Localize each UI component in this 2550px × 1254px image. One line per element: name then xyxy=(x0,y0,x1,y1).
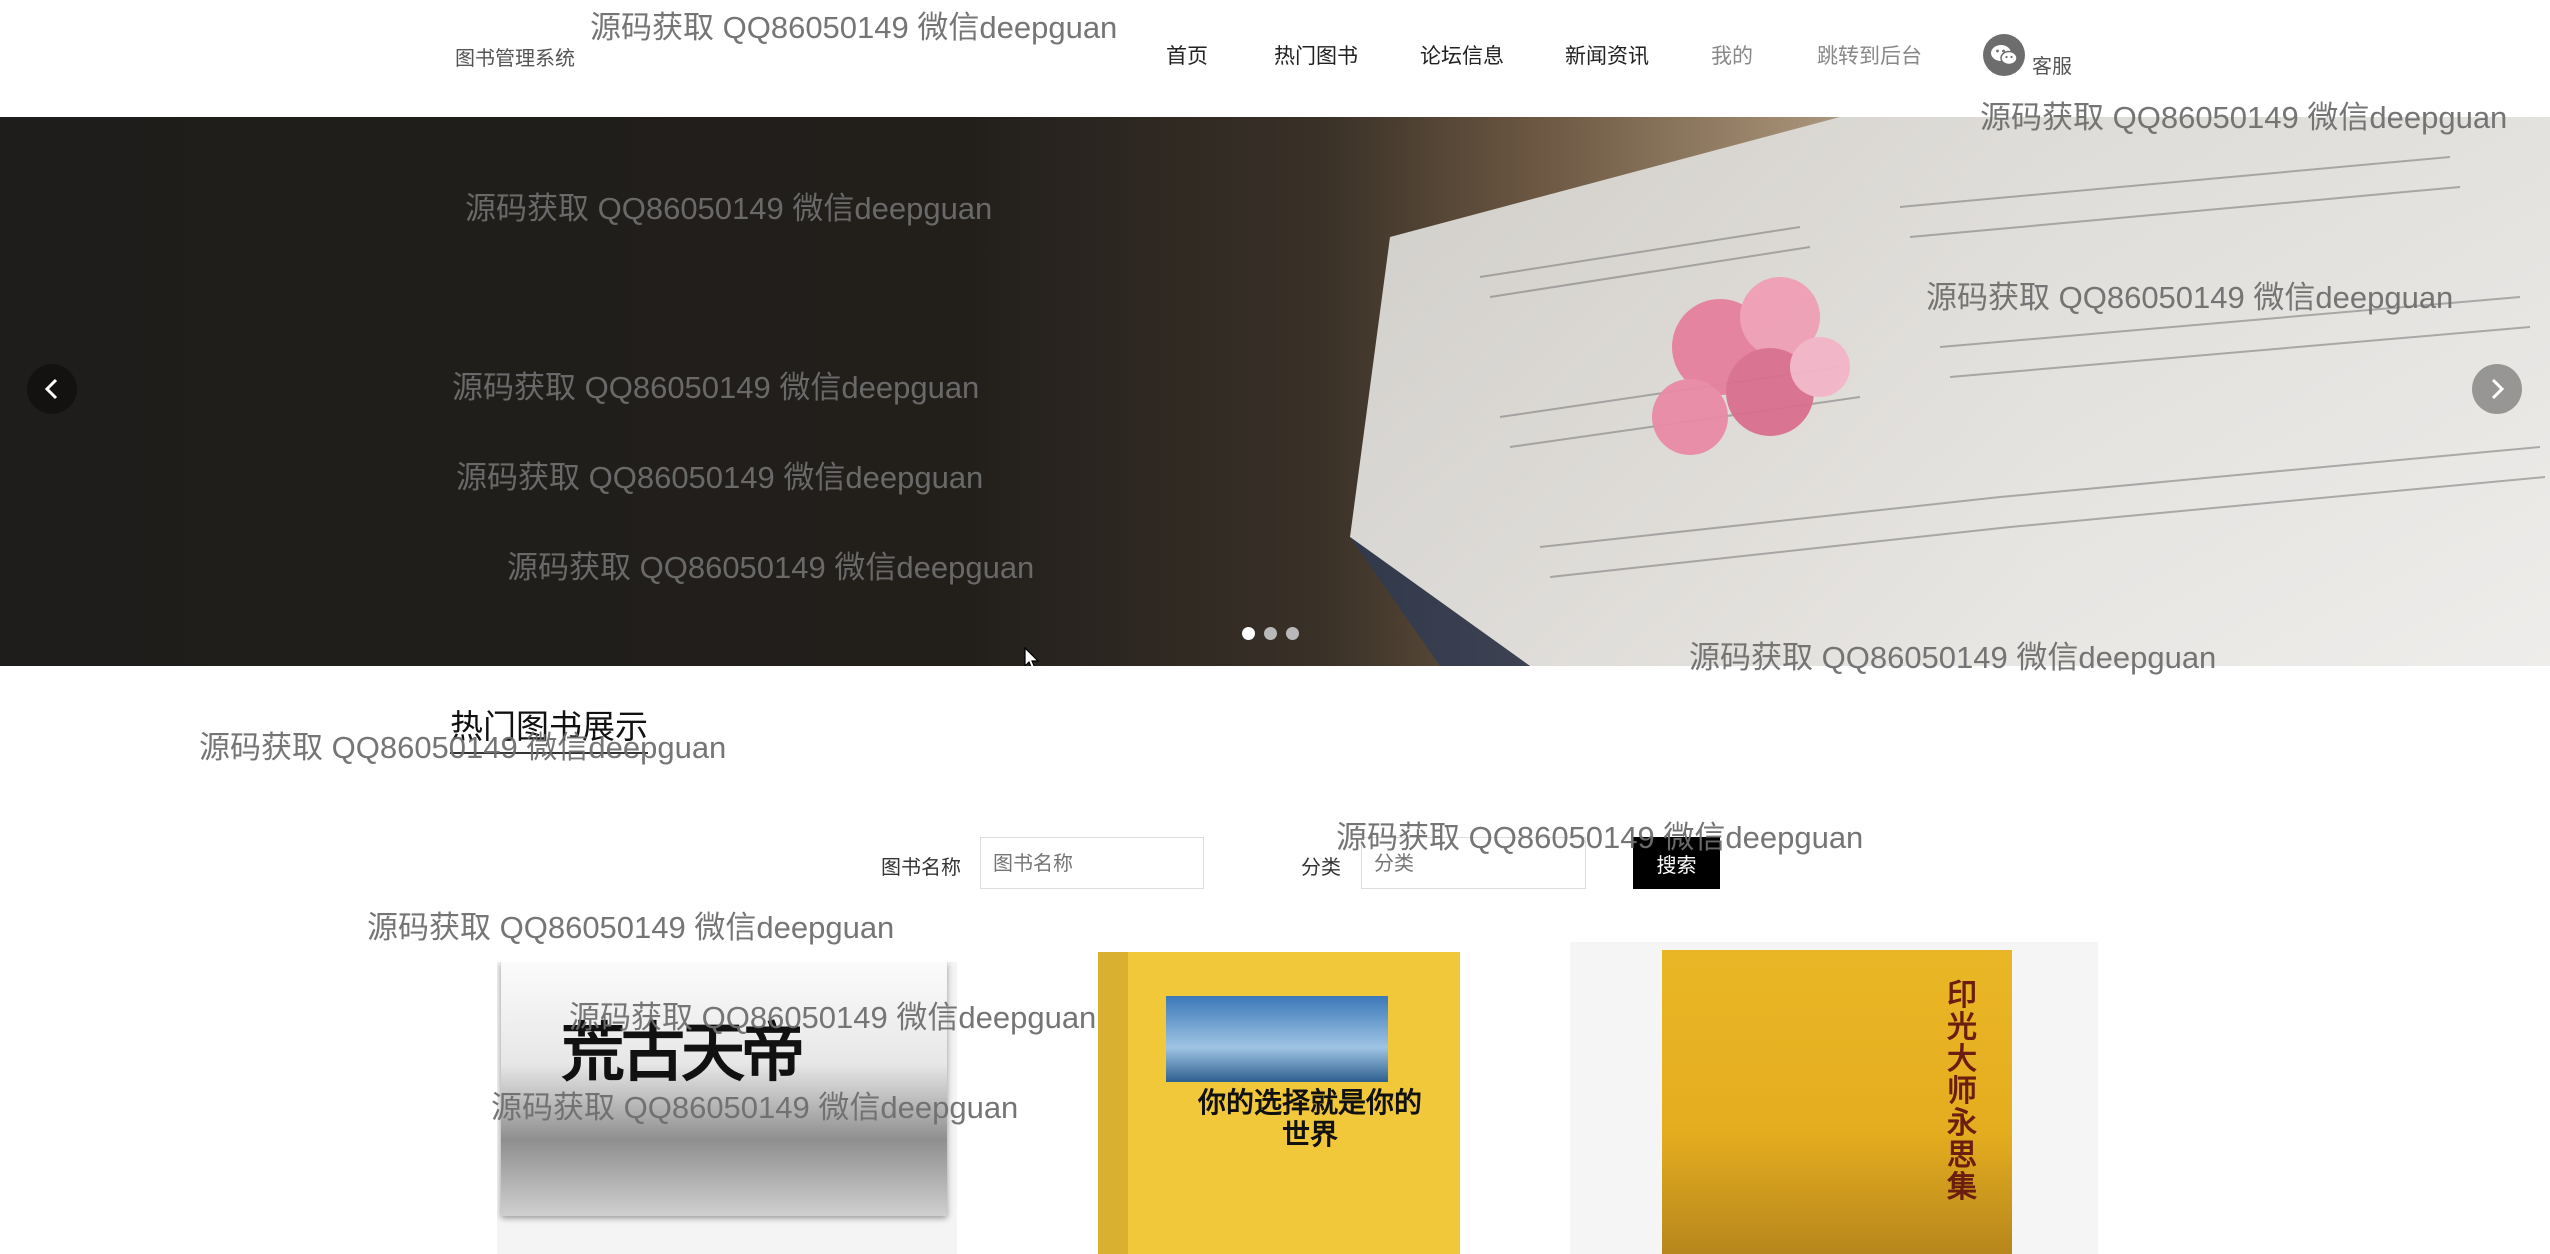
main-nav: 首页 热门图书 论坛信息 新闻资讯 我的 跳转到后台 xyxy=(0,40,2550,70)
book-spine-2 xyxy=(1098,952,1128,1254)
wechat-icon[interactable] xyxy=(1983,34,2025,76)
book-name-label: 图书名称 xyxy=(881,855,961,879)
top-header: 图书管理系统 首页 热门图书 论坛信息 新闻资讯 我的 跳转到后台 客服 xyxy=(0,0,2550,117)
carousel-dot-2[interactable] xyxy=(1264,627,1277,640)
book-cover-title-3: 印光大师永思集 xyxy=(1947,978,1977,1205)
book-card-1[interactable]: 荒古天帝 xyxy=(497,962,957,1254)
banner-image xyxy=(1350,117,2550,666)
carousel-dot-1[interactable] xyxy=(1242,627,1255,640)
book-cover-3: 印光大师永思集 xyxy=(1662,950,2012,1254)
banner-carousel xyxy=(0,117,2550,666)
nav-hot-books[interactable]: 热门图书 xyxy=(1274,40,1358,70)
mouse-cursor-icon xyxy=(1024,647,1040,666)
book-cover-1: 荒古天帝 xyxy=(501,962,947,1216)
nav-forum[interactable]: 论坛信息 xyxy=(1420,40,1504,70)
category-label: 分类 xyxy=(1301,855,1341,879)
watermark: 源码获取 QQ86050149 微信deepguan xyxy=(367,910,895,945)
book-card-3[interactable]: 印光大师永思集 xyxy=(1570,942,2098,1254)
book-cover-title-2: 你的选择就是你的世界 xyxy=(1197,1086,1422,1151)
book-name-input[interactable] xyxy=(980,837,1204,889)
carousel-indicators xyxy=(1242,625,1308,644)
book-cover-photo-2 xyxy=(1166,996,1388,1082)
carousel-next-button[interactable] xyxy=(2472,364,2522,414)
search-button[interactable]: 搜索 xyxy=(1633,837,1720,889)
nav-home[interactable]: 首页 xyxy=(1166,40,1208,70)
book-card-2[interactable]: 你的选择就是你的世界 xyxy=(1098,952,1460,1254)
book-cover-title-1: 荒古天帝 xyxy=(561,1016,805,1091)
section-title: 热门图书展示 xyxy=(450,700,648,754)
category-input[interactable] xyxy=(1361,837,1586,889)
nav-news[interactable]: 新闻资讯 xyxy=(1565,40,1649,70)
customer-service-link[interactable]: 客服 xyxy=(2032,50,2072,79)
nav-admin[interactable]: 跳转到后台 xyxy=(1817,40,1922,70)
carousel-prev-button[interactable] xyxy=(27,364,77,414)
carousel-dot-3[interactable] xyxy=(1286,627,1299,640)
nav-mine[interactable]: 我的 xyxy=(1711,40,1753,70)
